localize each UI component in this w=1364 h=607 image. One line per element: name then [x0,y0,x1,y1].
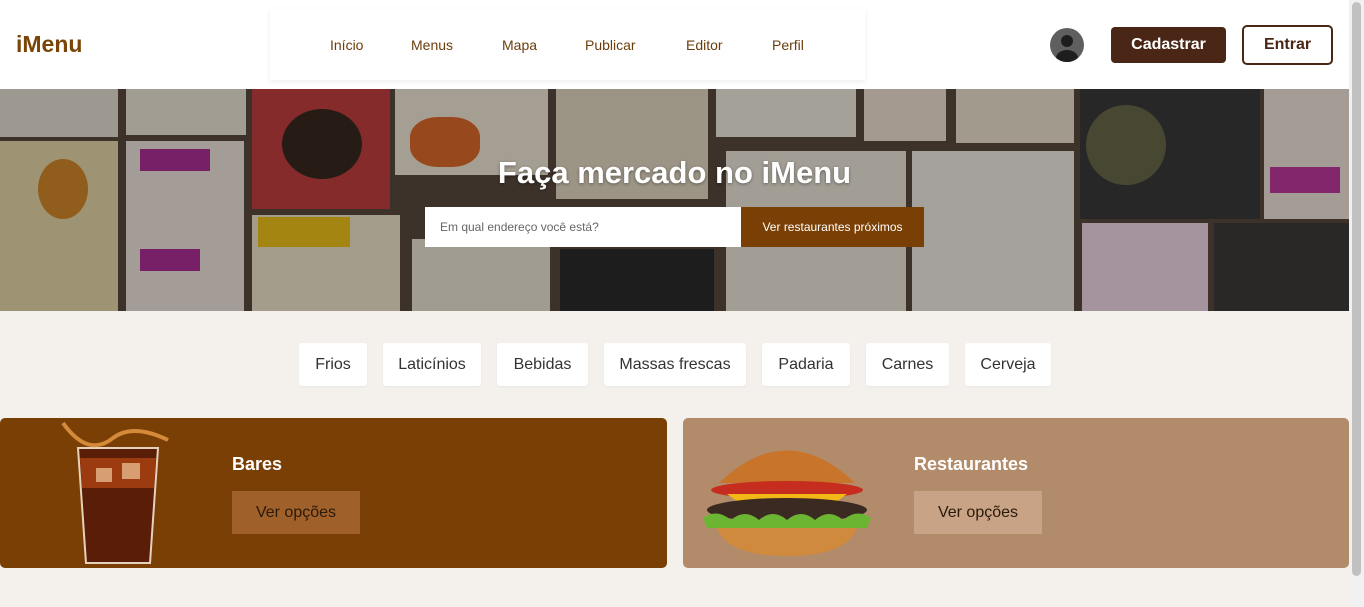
hero-overlay [0,89,1349,311]
nav-publicar[interactable]: Publicar [585,37,636,53]
bars-options-button[interactable]: Ver opções [232,491,360,534]
hero-banner: Faça mercado no iMenu Ver restaurantes p… [0,89,1349,311]
app-logo[interactable]: iMenu [16,31,82,58]
category-chip-massas-frescas[interactable]: Massas frescas [604,343,746,386]
bars-card: Bares Ver opções [0,418,667,568]
nav-mapa[interactable]: Mapa [502,37,537,53]
nav-perfil[interactable]: Perfil [772,37,804,53]
bars-card-title: Bares [232,454,283,474]
nearby-restaurants-button[interactable]: Ver restaurantes próximos [741,207,924,247]
nav-menus[interactable]: Menus [411,37,453,53]
hero-title: Faça mercado no iMenu [497,155,852,190]
category-chip-bebidas[interactable]: Bebidas [497,343,588,386]
nav-editor[interactable]: Editor [686,37,723,53]
restaurants-card-title: Restaurantes [914,454,1029,474]
burger-icon [703,450,871,556]
category-chip-carnes[interactable]: Carnes [866,343,949,386]
top-header: iMenu Início Menus Mapa Publicar Editor … [0,0,1349,89]
category-chip-cerveja[interactable]: Cerveja [965,343,1051,386]
page-scrollbar[interactable] [1349,0,1364,607]
category-chip-laticinios[interactable]: Laticínios [383,343,481,386]
user-avatar-icon[interactable] [1050,28,1084,62]
category-chip-padaria[interactable]: Padaria [762,343,850,386]
soda-glass-icon [61,421,169,564]
address-search-input[interactable] [425,207,741,247]
register-button[interactable]: Cadastrar [1111,27,1226,63]
scrollbar-thumb[interactable] [1352,2,1361,576]
nav-inicio[interactable]: Início [330,37,363,53]
restaurants-options-button[interactable]: Ver opções [914,491,1042,534]
main-nav: Início Menus Mapa Publicar Editor Perfil [270,9,865,80]
login-button[interactable]: Entrar [1242,25,1333,65]
restaurants-card: Restaurantes Ver opções [683,418,1349,568]
category-chip-frios[interactable]: Frios [299,343,367,386]
